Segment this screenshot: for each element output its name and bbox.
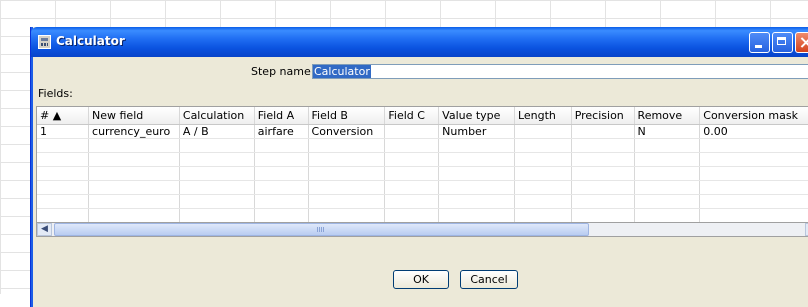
column-header-field-b[interactable]: Field B [308,107,386,125]
cell-index[interactable]: 1 [37,124,90,139]
table-row[interactable] [37,180,808,195]
column-header-value-type[interactable]: Value type [438,107,515,125]
cell-field-b[interactable]: Conversion [308,124,386,139]
table-header-row: # ▲ New field Calculation Field A Field … [37,107,808,125]
ok-button[interactable]: OK [393,270,449,289]
column-header-new-field[interactable]: New field [88,107,180,125]
table-row[interactable] [37,194,808,209]
column-header-precision[interactable]: Precision [571,107,635,125]
cell-field-c[interactable] [384,124,440,139]
column-header-field-a[interactable]: Field A [254,107,309,125]
close-button[interactable] [795,32,808,53]
calculator-dialog: Calculator Step name Calculator Fields: … [30,27,808,307]
cell-field-a[interactable]: airfare [254,124,309,139]
cell-conversion-mask[interactable]: 0.00 [699,124,808,139]
sort-icon: ▲ [52,109,62,122]
column-header-conversion-mask[interactable]: Conversion mask [699,107,808,125]
table-row[interactable] [37,152,808,167]
column-header-index[interactable]: # ▲ [37,107,90,125]
scroll-left-arrow-icon[interactable]: ◀ [37,223,52,236]
table-row[interactable] [37,138,808,153]
minimize-button[interactable] [749,32,770,53]
cell-precision[interactable] [571,124,635,139]
maximize-button[interactable] [772,32,793,53]
fields-table[interactable]: # ▲ New field Calculation Field A Field … [36,106,808,237]
window-title: Calculator [56,34,125,48]
cancel-button[interactable]: Cancel [460,270,518,289]
step-name-label: Step name [251,65,311,78]
table-row[interactable] [37,166,808,181]
table-row[interactable]: 1 currency_euro A / B airfare Conversion… [37,124,808,139]
cell-remove[interactable]: N [634,124,701,139]
table-row[interactable] [37,208,808,223]
step-name-input[interactable]: Calculator [312,64,808,79]
fields-label: Fields: [38,87,73,100]
calculator-icon [38,35,51,49]
column-header-length[interactable]: Length [514,107,572,125]
step-name-value: Calculator [313,65,371,78]
cell-length[interactable] [514,124,572,139]
cell-new-field[interactable]: currency_euro [88,124,180,139]
cell-value-type[interactable]: Number [438,124,515,139]
cell-calculation[interactable]: A / B [179,124,255,139]
horizontal-scrollbar[interactable]: ◀ ▶ [36,222,808,237]
title-bar[interactable]: Calculator [31,27,808,57]
scrollbar-thumb[interactable] [54,223,589,236]
column-header-calculation[interactable]: Calculation [179,107,255,125]
column-header-field-c[interactable]: Field C [384,107,440,125]
column-header-remove[interactable]: Remove [634,107,701,125]
